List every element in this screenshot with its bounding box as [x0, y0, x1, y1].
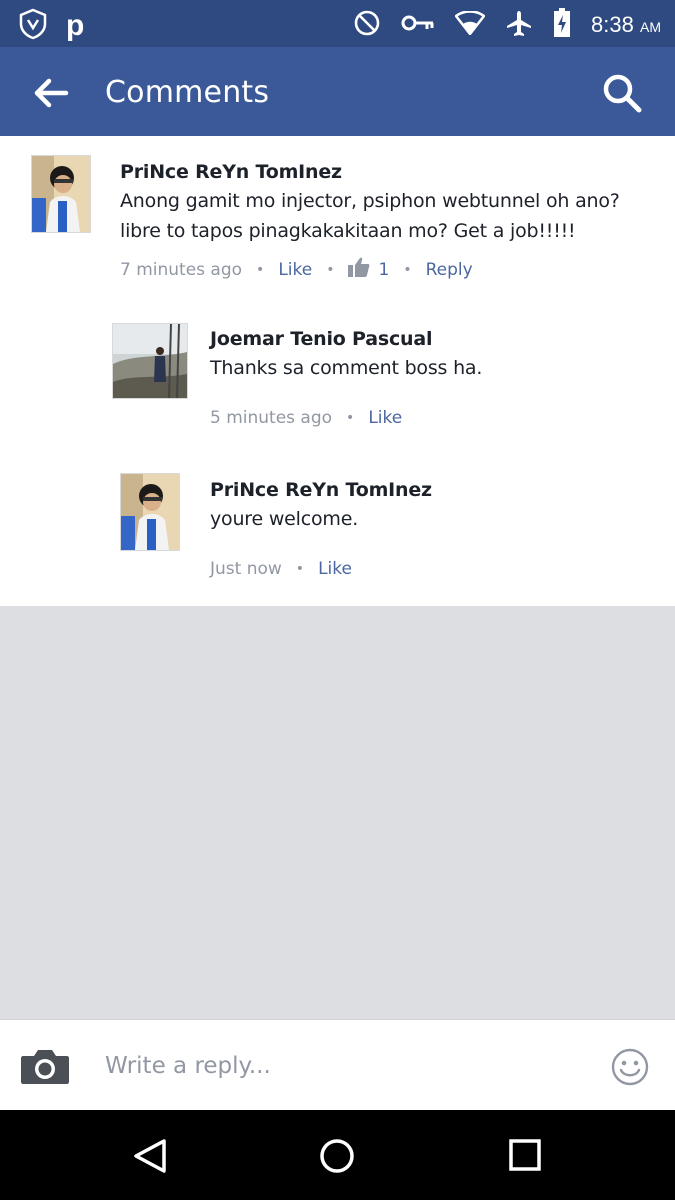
nav-home-icon: [320, 1139, 354, 1173]
comments-list: PriNce ReYn TomInez Anong gamit mo injec…: [0, 136, 675, 606]
app-bar: Comments: [0, 47, 675, 136]
vpn-key-icon: [401, 13, 435, 37]
battery-charging-icon: [553, 8, 571, 42]
separator-dot: •: [403, 261, 412, 278]
separator-dot: •: [346, 410, 355, 426]
comment-text: Anong gamit mo injector, psiphon webtunn…: [120, 190, 620, 242]
clock-ampm: AM: [640, 19, 661, 35]
nav-back-button[interactable]: [131, 1137, 169, 1175]
nav-recents-button[interactable]: [507, 1137, 543, 1173]
reply-item: PriNce ReYn TomInez youre welcome. Just …: [0, 456, 675, 606]
like-button[interactable]: Like: [368, 408, 402, 428]
comment-actions: 5 minutes ago • Like: [210, 408, 402, 428]
arrow-back-icon: [34, 78, 69, 108]
reply-input[interactable]: [105, 1050, 565, 1082]
separator-dot: •: [256, 261, 265, 278]
camera-icon: [21, 1050, 69, 1084]
p-app-icon: p: [66, 9, 85, 42]
airplane-icon: [505, 9, 533, 41]
comment-time: 7 minutes ago: [120, 259, 243, 280]
like-button[interactable]: Like: [318, 559, 352, 579]
thumbs-up-icon: [348, 257, 370, 282]
emoji-button[interactable]: [610, 1047, 650, 1087]
system-nav-bar: [0, 1110, 675, 1200]
comment-text: Thanks sa comment boss ha.: [210, 357, 483, 379]
comment-actions: 7 minutes ago • Like • 1 • Reply: [120, 257, 473, 282]
page-title: Comments: [105, 75, 270, 110]
emoji-icon: [611, 1048, 649, 1086]
avatar[interactable]: [112, 323, 188, 399]
do-not-disturb-icon: [353, 9, 381, 41]
avatar[interactable]: [31, 155, 91, 233]
clock-time: 8:38: [591, 12, 634, 37]
comment-actions: Just now • Like: [210, 559, 352, 579]
nav-back-icon: [134, 1139, 166, 1173]
search-button[interactable]: [600, 71, 644, 115]
comment-author[interactable]: PriNce ReYn TomInez: [120, 161, 342, 183]
clock: 8:38 AM: [591, 12, 661, 38]
comment-time: 5 minutes ago: [210, 408, 333, 428]
reply-composer: [0, 1019, 675, 1111]
wifi-icon: [454, 10, 486, 39]
nav-recents-icon: [509, 1139, 541, 1171]
shield-app-icon: [18, 8, 48, 44]
back-button[interactable]: [30, 73, 70, 113]
comment-author[interactable]: Joemar Tenio Pascual: [210, 328, 433, 350]
reply-item: Joemar Tenio Pascual Thanks sa comment b…: [0, 306, 675, 456]
like-count[interactable]: 1: [378, 260, 389, 280]
comment-time: Just now: [210, 559, 282, 579]
camera-button[interactable]: [20, 1047, 70, 1085]
comment-author[interactable]: PriNce ReYn TomInez: [210, 479, 432, 501]
comment-text: youre welcome.: [210, 508, 359, 530]
separator-dot: •: [295, 561, 305, 577]
comment-item: PriNce ReYn TomInez Anong gamit mo injec…: [0, 136, 675, 306]
search-icon: [603, 74, 642, 113]
status-bar: p 8:38 AM: [0, 0, 675, 47]
like-button[interactable]: Like: [278, 260, 312, 280]
avatar[interactable]: [120, 473, 180, 551]
reply-button[interactable]: Reply: [426, 260, 473, 280]
separator-dot: •: [326, 261, 335, 278]
nav-home-button[interactable]: [318, 1137, 356, 1175]
